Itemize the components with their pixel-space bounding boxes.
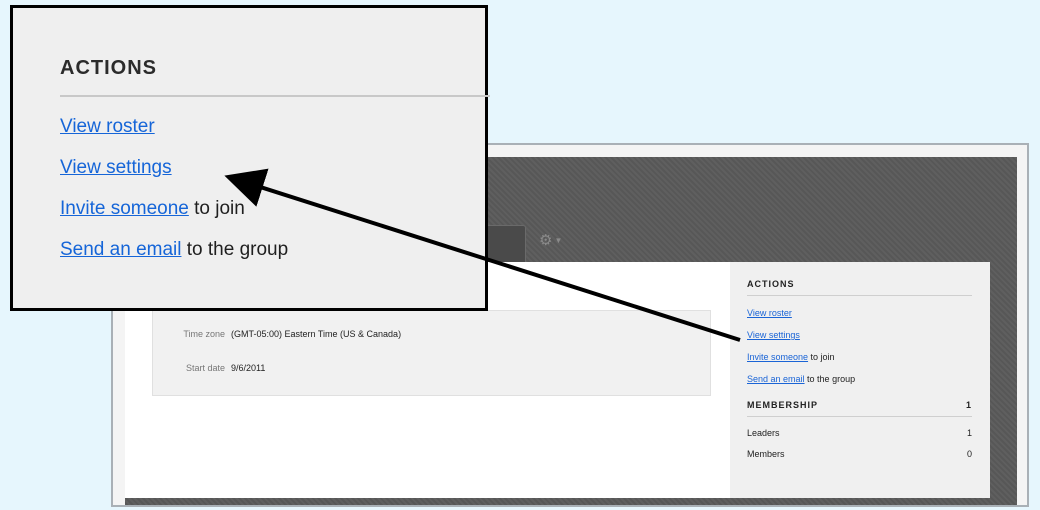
annotated-screenshot: s ⚙ ▼ Time zone (GMT-05:00) Eastern Time… — [0, 0, 1040, 510]
arrow-icon — [224, 168, 741, 342]
